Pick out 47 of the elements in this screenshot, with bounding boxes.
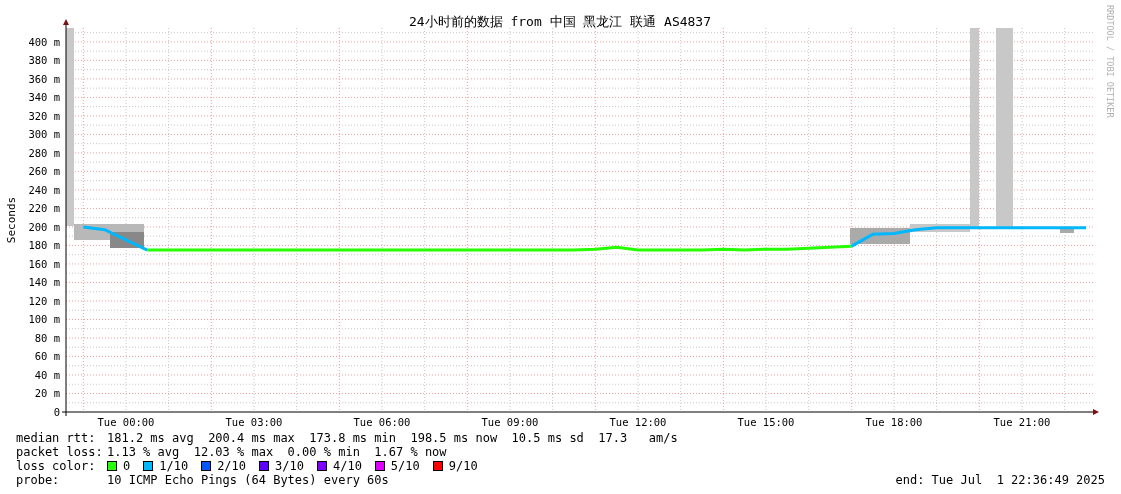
legend-text: 5/10 bbox=[390, 459, 420, 473]
tick-label: 140 m bbox=[28, 276, 60, 289]
tick-label: Tue 00:00 bbox=[97, 416, 155, 428]
legend-text: 9/10 bbox=[448, 459, 478, 473]
legend-label: packet loss: bbox=[16, 445, 104, 459]
tick-label: 380 m bbox=[28, 54, 60, 67]
tick-label: 100 m bbox=[28, 313, 60, 326]
tick-label: Tue 12:00 bbox=[609, 416, 667, 428]
tick-label: 280 m bbox=[28, 146, 60, 159]
legend-label: loss color: bbox=[16, 459, 97, 473]
tick-label: 60 m bbox=[34, 350, 60, 363]
tick-label: Tue 03:00 bbox=[225, 416, 283, 428]
tick-label: 0 bbox=[53, 406, 60, 418]
legend-text: 1.13 % avg 12.03 % max 0.00 % min 1.67 % now bbox=[107, 445, 447, 459]
tick-label: Tue 18:00 bbox=[865, 416, 923, 428]
tick-label: Tue 09:00 bbox=[481, 416, 539, 428]
end-time: end: Tue Jul 1 22:36:49 2025 bbox=[895, 473, 1105, 487]
chart-title: 24小时前的数据 from 中国 黑龙江 联通 AS4837 bbox=[408, 14, 712, 29]
tick-label: 200 m bbox=[28, 220, 60, 233]
credit-text: RRDTOOL / TOBI OETIKER bbox=[1105, 5, 1115, 118]
legend-text: 1/10 bbox=[159, 459, 189, 473]
tick-label: 120 m bbox=[28, 294, 60, 307]
tick-label: 160 m bbox=[28, 257, 60, 270]
legend-label: probe: bbox=[16, 473, 61, 487]
tick-label: 400 m bbox=[28, 35, 60, 48]
legend-text: 4/10 bbox=[332, 459, 362, 473]
legend-text: 181.2 ms avg 200.4 ms max 173.8 ms min 198.5 ms now 10.5 ms sd 17.3 am/s bbox=[107, 431, 678, 445]
tick-label: 260 m bbox=[28, 165, 60, 178]
tick-label: 80 m bbox=[34, 332, 60, 344]
legend-text: 0 bbox=[123, 459, 131, 473]
tick-label: 300 m bbox=[28, 128, 60, 141]
tick-label: 320 m bbox=[28, 109, 60, 122]
tick-label: 340 m bbox=[28, 91, 60, 104]
legend-text: 10 ICMP Echo Pings (64 Bytes) every 60s bbox=[107, 473, 389, 487]
tick-label: Tue 06:00 bbox=[353, 416, 411, 428]
tick-label: Tue 21:00 bbox=[993, 416, 1051, 428]
tick-label: 40 m bbox=[34, 369, 60, 381]
tick-label: Tue 15:00 bbox=[737, 416, 795, 428]
legend-text: 3/10 bbox=[275, 459, 304, 473]
legend-text: 2/10 bbox=[217, 459, 247, 473]
tick-label: 240 m bbox=[28, 183, 60, 196]
tick-label: 20 m bbox=[34, 387, 60, 400]
legend-label: median rtt: bbox=[16, 431, 97, 445]
tick-label: 220 m bbox=[28, 202, 60, 215]
tick-label: 180 m bbox=[28, 239, 60, 252]
axis-title: Seconds bbox=[5, 196, 18, 244]
tick-label: 360 m bbox=[28, 72, 60, 85]
